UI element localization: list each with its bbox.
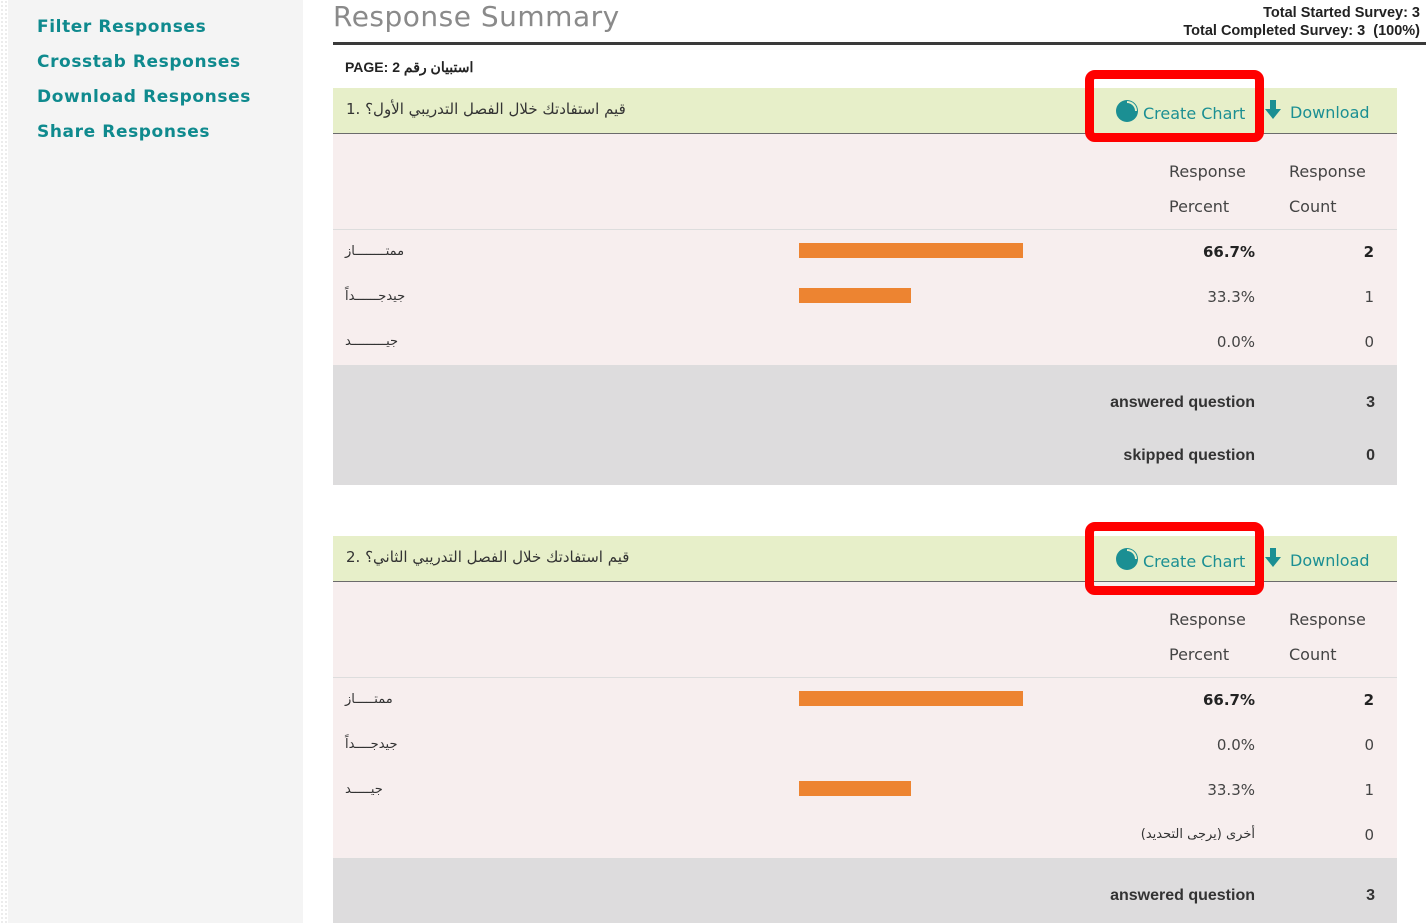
response-bar	[799, 288, 911, 303]
response-percent: 66.7%	[1202, 691, 1255, 709]
table-row: جيدجــــــداً 33.3% 1	[333, 275, 1397, 321]
answered-question-label: answered question	[1110, 394, 1255, 411]
answer-label: ممتــــــــاز	[345, 244, 405, 259]
response-count: 0	[1364, 826, 1374, 844]
table-row-other: (أخرى (يرجى التحديد 0	[333, 813, 1397, 859]
title-divider	[333, 42, 1426, 45]
table-row: ممتــــــــاز 66.7% 2	[333, 230, 1397, 276]
response-percent: 33.3%	[1207, 288, 1255, 306]
sidebar-item-share-responses[interactable]: Share Responses	[37, 122, 210, 142]
survey-totals: Total Started Survey: 3 Total Completed …	[1183, 4, 1420, 40]
answer-label: جيدجــــــداً	[345, 289, 406, 304]
table-row: جيدجــــداً 0.0% 0	[333, 723, 1397, 769]
answered-question-value: 3	[1366, 394, 1375, 411]
sidebar-item-crosstab-responses[interactable]: Crosstab Responses	[37, 52, 241, 72]
answer-label: ممتـــــاز	[345, 692, 393, 707]
response-percent-header: Response Percent	[1169, 162, 1246, 216]
download-arrow-icon	[1265, 548, 1281, 572]
page-label: PAGE: 2 استبيان رقم	[345, 59, 474, 75]
response-count: 2	[1363, 243, 1374, 261]
response-count-header: Response Count	[1289, 610, 1366, 664]
response-percent: 66.7%	[1202, 243, 1255, 261]
column-headers: Response Percent Response Count	[333, 582, 1397, 678]
skipped-question-value: 0	[1366, 447, 1375, 464]
download-button[interactable]: Download	[1265, 100, 1370, 124]
column-headers: Response Percent Response Count	[333, 134, 1397, 230]
answered-question-label: answered question	[1110, 887, 1255, 904]
response-percent: 0.0%	[1216, 736, 1255, 754]
sidebar-item-filter-responses[interactable]: Filter Responses	[37, 17, 206, 37]
table-row: جيـــــــــد 0.0% 0	[333, 320, 1397, 366]
table-row: ممتـــــاز 66.7% 2	[333, 678, 1397, 724]
answer-label: جيـــــد	[345, 782, 383, 797]
page-title: Response Summary	[333, 0, 620, 33]
question-title: قيم استفادتك خلال الفصل التدريبي الأول؟ …	[346, 100, 626, 118]
response-count: 2	[1363, 691, 1374, 709]
response-count: 0	[1364, 333, 1374, 351]
summary-panel: answered question 3	[333, 859, 1397, 923]
response-percent-header: Response Percent	[1169, 610, 1246, 664]
sidebar: Filter Responses Crosstab Responses Down…	[8, 0, 303, 923]
total-completed: Total Completed Survey: 3 (100%)	[1183, 23, 1420, 39]
table-row: جيـــــد 33.3% 1	[333, 768, 1397, 814]
summary-panel: answered question 3 skipped question 0	[333, 365, 1397, 485]
total-started: Total Started Survey: 3	[1263, 5, 1420, 21]
highlight-box-create-chart-2	[1085, 522, 1264, 595]
download-label: Download	[1290, 551, 1370, 570]
response-count-header: Response Count	[1289, 162, 1366, 216]
response-bar	[799, 691, 1023, 706]
highlight-box-create-chart-1	[1085, 70, 1264, 142]
download-button[interactable]: Download	[1265, 548, 1370, 572]
other-specify-link[interactable]: (أخرى (يرجى التحديد	[1141, 827, 1255, 842]
answered-question-value: 3	[1366, 887, 1375, 904]
response-count: 0	[1364, 736, 1374, 754]
response-percent: 0.0%	[1216, 333, 1255, 351]
response-count: 1	[1364, 781, 1374, 799]
answer-label: جيـــــــــد	[345, 334, 399, 349]
answer-label: جيدجــــداً	[345, 737, 398, 752]
download-label: Download	[1290, 103, 1370, 122]
sidebar-item-download-responses[interactable]: Download Responses	[37, 87, 251, 107]
download-arrow-icon	[1265, 100, 1281, 124]
question-title: قيم استفادتك خلال الفصل التدريبي الثاني؟…	[346, 548, 630, 566]
skipped-question-label: skipped question	[1123, 447, 1255, 464]
response-bar	[799, 243, 1023, 258]
response-count: 1	[1364, 288, 1374, 306]
question-block-1: قيم استفادتك خلال الفصل التدريبي الأول؟ …	[333, 88, 1397, 485]
response-bar	[799, 781, 911, 796]
response-percent: 33.3%	[1207, 781, 1255, 799]
